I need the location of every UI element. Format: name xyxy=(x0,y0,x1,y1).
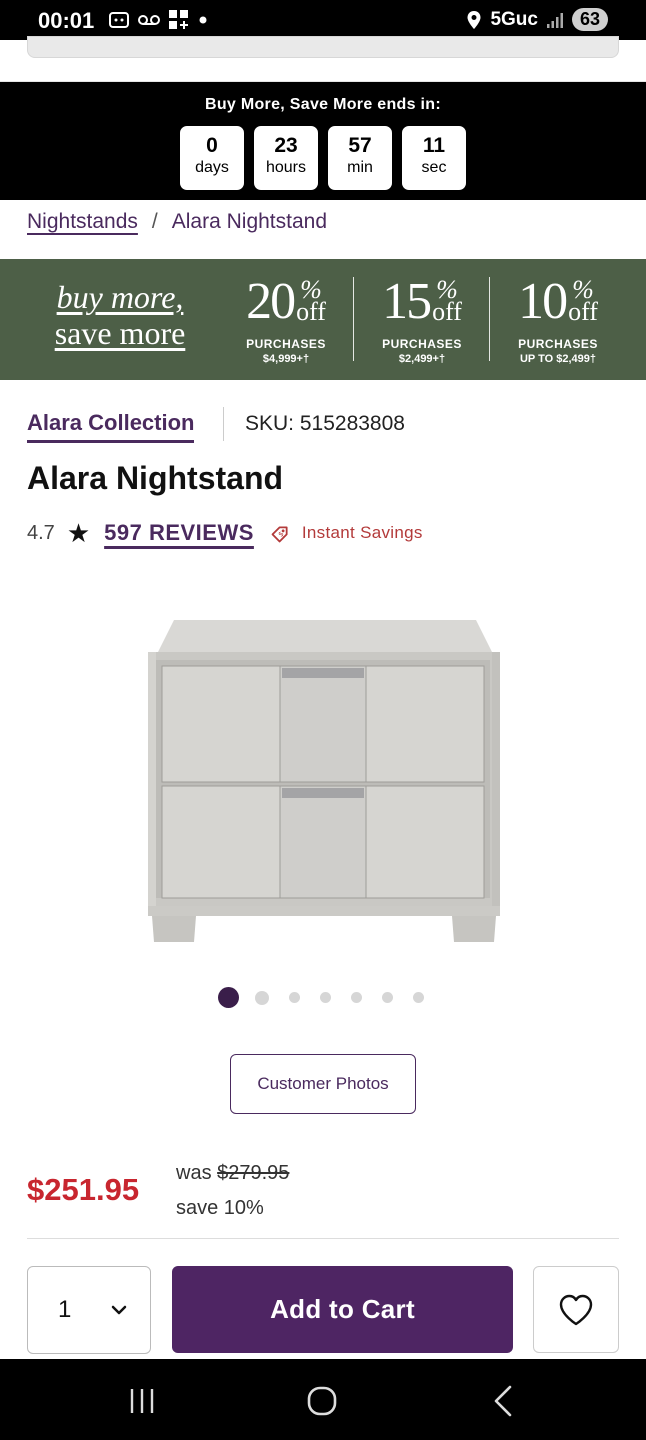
quantity-select[interactable]: 1 xyxy=(27,1266,151,1354)
header-remnant xyxy=(0,36,646,82)
home-icon[interactable] xyxy=(302,1381,342,1421)
location-icon xyxy=(467,10,481,29)
network-label: 5Guc xyxy=(490,8,538,30)
price-tag-icon: $ xyxy=(271,526,288,543)
promo-divider xyxy=(489,277,490,361)
carousel-dot[interactable] xyxy=(351,992,362,1003)
sku-text: SKU: 515283808 xyxy=(245,412,405,435)
countdown-title: Buy More, Save More ends in: xyxy=(204,96,441,113)
carousel-dot[interactable] xyxy=(382,992,393,1003)
chevron-down-icon xyxy=(111,1305,127,1315)
was-price: was $279.95 xyxy=(176,1162,290,1184)
divider xyxy=(27,1238,619,1239)
star-icon: ★ xyxy=(66,518,91,548)
voicemail-icon xyxy=(138,15,160,25)
sale-price: $251.95 xyxy=(27,1172,140,1207)
original-price: $279.95 xyxy=(217,1162,290,1184)
promo-banner[interactable]: buy more, save more 20% off PURCHASES $4,… xyxy=(0,259,646,380)
promo-headline: buy more, save more xyxy=(54,279,186,351)
carousel-dot-active[interactable] xyxy=(218,987,239,1008)
system-nav-bar xyxy=(0,1359,646,1440)
status-bar: 00:01 5Guc 63 xyxy=(0,0,646,40)
promo-tier-10: 10% off PURCHASES UP TO $2,499† xyxy=(518,273,598,365)
countdown-banner: Buy More, Save More ends in: 0 days 23 h… xyxy=(0,82,646,200)
collection-link[interactable]: Alara Collection xyxy=(27,410,195,443)
reviews-link[interactable]: 597 REVIEWS xyxy=(104,520,254,546)
customer-photos-button[interactable]: Customer Photos xyxy=(230,1054,416,1114)
breadcrumb-separator: / xyxy=(151,210,158,233)
heart-icon xyxy=(559,1294,593,1325)
quantity-value: 1 xyxy=(58,1296,72,1323)
carousel-dot[interactable] xyxy=(320,992,331,1003)
save-percent: save 10% xyxy=(176,1197,264,1219)
carousel-dot[interactable] xyxy=(289,992,300,1003)
instant-savings-link[interactable]: Instant Savings xyxy=(302,523,423,543)
promo-tier-15: 15% off PURCHASES $2,499+† xyxy=(382,273,462,365)
recent-apps-icon[interactable] xyxy=(122,1381,162,1421)
app-grid-icon xyxy=(169,10,188,29)
countdown-seconds: 11 sec xyxy=(402,126,466,190)
status-time: 00:01 xyxy=(38,8,95,33)
rating-row: 4.7 ★ 597 REVIEWS $ Instant Savings xyxy=(27,520,423,546)
countdown-days: 0 days xyxy=(180,126,244,190)
promo-divider xyxy=(353,277,354,361)
dot-icon xyxy=(199,16,207,24)
breadcrumb-current: Alara Nightstand xyxy=(171,210,328,233)
countdown-hours: 23 hours xyxy=(254,126,318,190)
back-icon[interactable] xyxy=(484,1381,524,1421)
divider xyxy=(223,407,224,441)
countdown-minutes: 57 min xyxy=(328,126,392,190)
add-to-cart-button[interactable]: Add to Cart xyxy=(172,1266,513,1353)
breadcrumb-nightstands[interactable]: Nightstands xyxy=(27,210,138,234)
carousel-dots xyxy=(218,987,424,1008)
promo-tier-20: 20% off PURCHASES $4,999+† xyxy=(246,273,326,365)
rating-value: 4.7 xyxy=(27,521,55,544)
search-bar-remnant xyxy=(27,36,619,58)
wishlist-button[interactable] xyxy=(533,1266,619,1353)
signal-icon xyxy=(546,12,563,28)
carousel-dot[interactable] xyxy=(255,990,269,1005)
battery-icon: 63 xyxy=(571,8,608,31)
screenshot-icon xyxy=(109,12,129,28)
product-image[interactable] xyxy=(146,618,502,944)
breadcrumb: Nightstands / Alara Nightstand xyxy=(27,210,327,234)
product-title: Alara Nightstand xyxy=(27,460,284,496)
carousel-dot[interactable] xyxy=(413,992,424,1003)
